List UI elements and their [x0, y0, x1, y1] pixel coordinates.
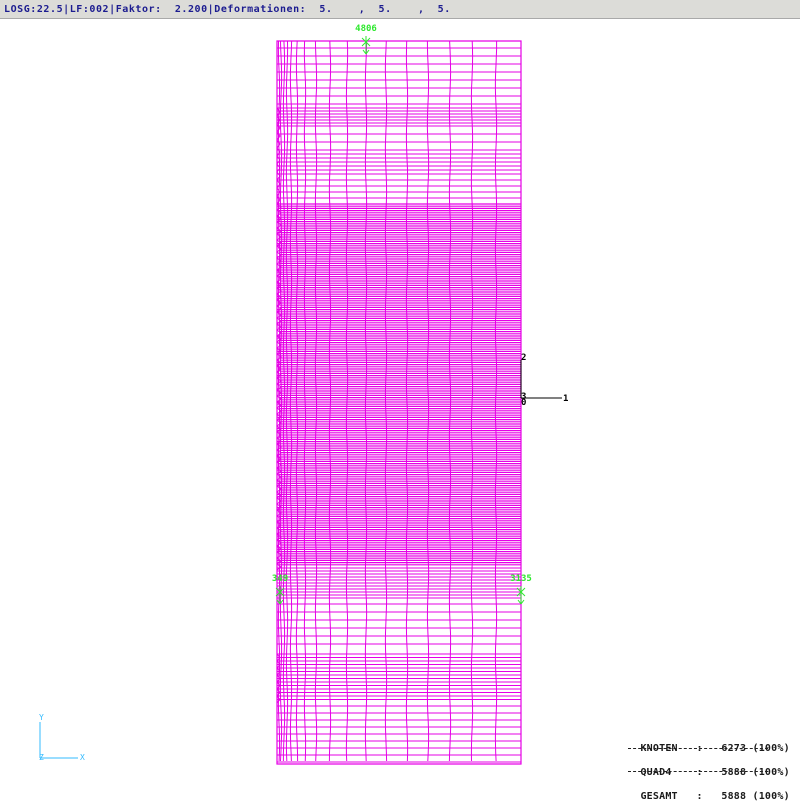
global-axis-0-label: 0	[521, 398, 526, 408]
global-axis-icon: 2 1 3 0	[520, 353, 568, 408]
stats-row-quad4: QUAD4 : 5888 (100%)	[628, 756, 790, 778]
node-label-3135: 3135	[510, 574, 532, 584]
node-marker-4806: 4806	[355, 24, 377, 55]
stats-row-gesamt: GESAMT : 5888 (100%)	[628, 780, 790, 802]
global-axis-1-label: 1	[563, 394, 568, 404]
node-label-4806: 4806	[355, 24, 377, 34]
stats-label: QUAD4	[640, 767, 672, 778]
stats-divider	[628, 748, 768, 749]
stats-divider	[628, 771, 768, 772]
stats-percent: (100%)	[752, 791, 790, 802]
fe-mesh	[276, 40, 522, 765]
stats-value: 5888	[721, 767, 747, 778]
view-triad-icon: Y X Z	[39, 713, 85, 762]
view-triad-z-label: Z	[39, 753, 44, 762]
global-axis-2-label: 2	[521, 353, 526, 363]
stats-row-knoten: KNOTEN : 6273 (100%)	[628, 732, 790, 754]
view-triad-y-label: Y	[39, 713, 44, 722]
view-triad-x-label: X	[80, 753, 85, 762]
fe-viewport[interactable]: 4806 349 3135 2 1 3 0 Y X Z	[0, 0, 800, 800]
stats-value: 5888	[721, 791, 747, 802]
node-label-349: 349	[272, 574, 288, 584]
stats-percent: (100%)	[752, 767, 790, 778]
stats-label: GESAMT	[640, 791, 678, 802]
